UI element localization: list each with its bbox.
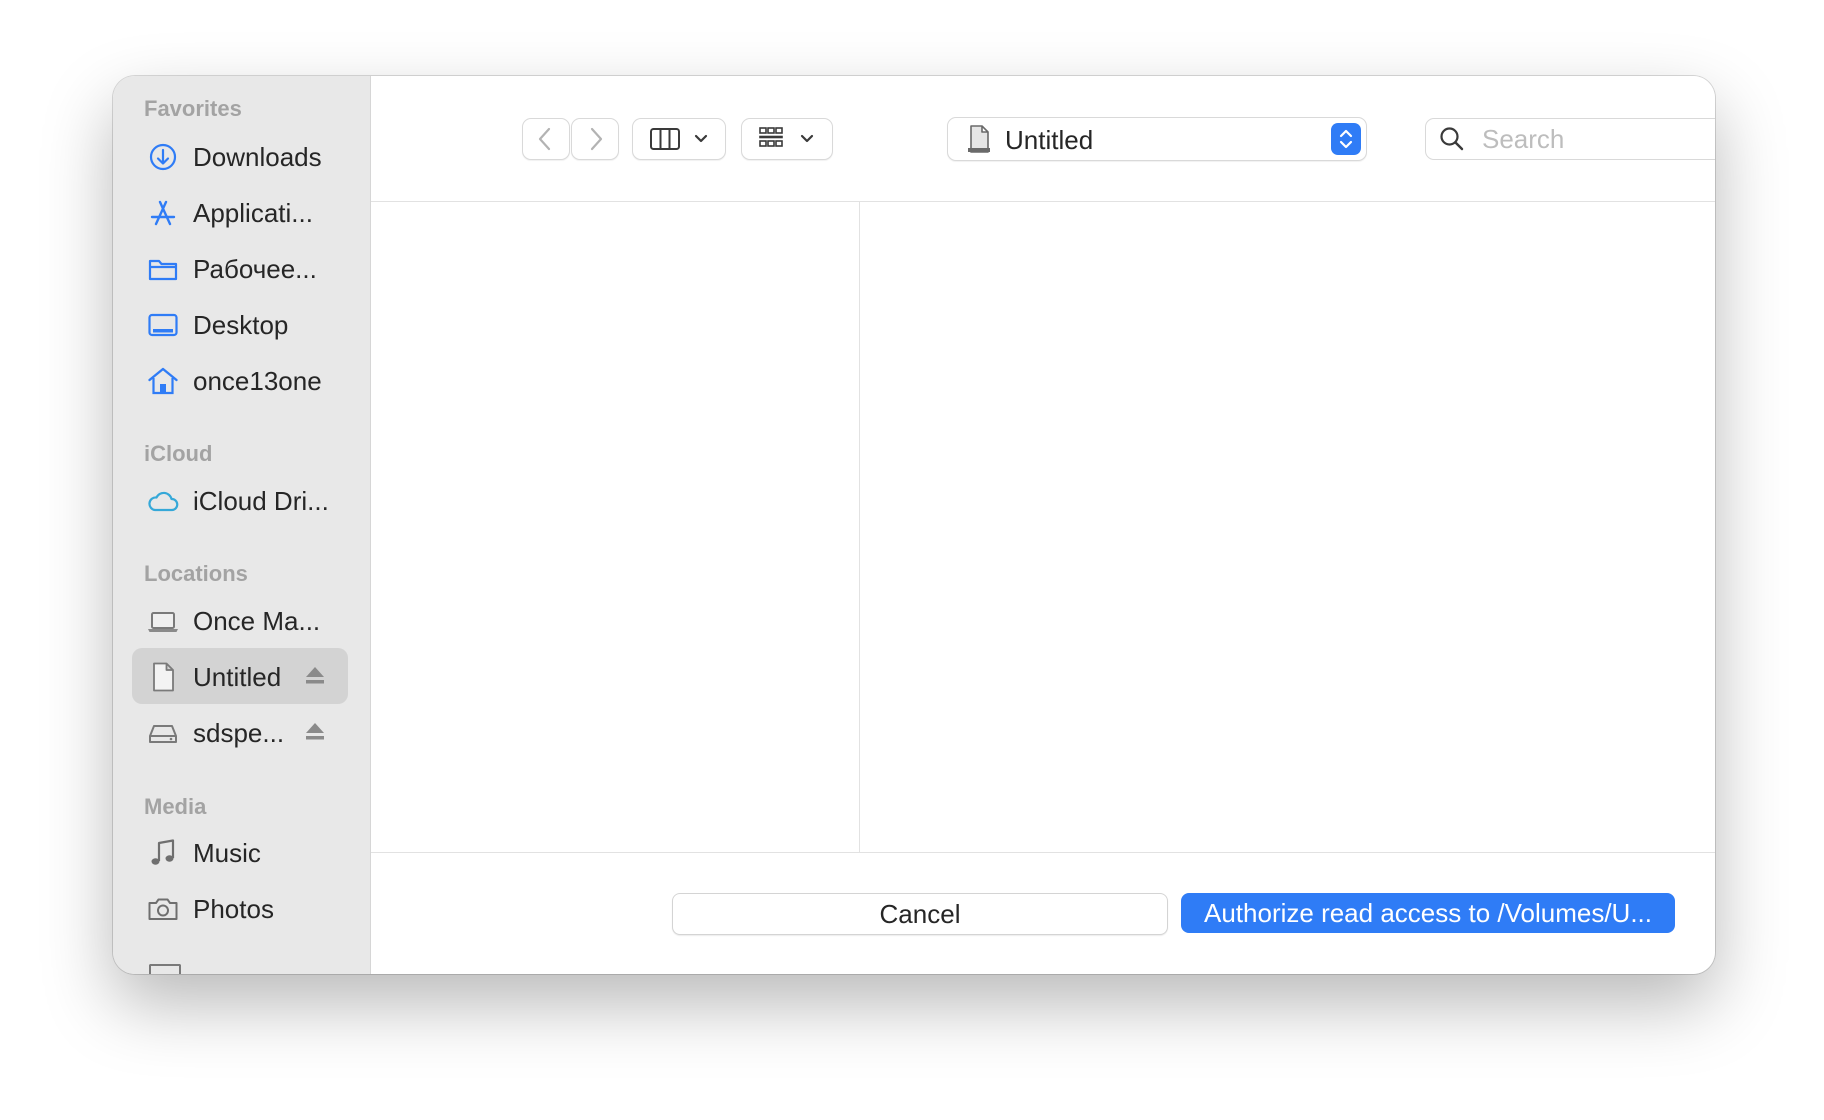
sidebar-item-label: Applicati... xyxy=(193,198,313,228)
sidebar-section-icloud: iCloud xyxy=(144,441,213,466)
sidebar-item-desktop[interactable]: Desktop xyxy=(132,296,348,352)
back-button[interactable] xyxy=(522,118,570,160)
sidebar-item-label: once13one xyxy=(193,366,322,396)
sidebar-item-label: Untitled xyxy=(193,662,282,692)
desktop-icon xyxy=(146,308,180,342)
sidebar-item-label: Рабочее... xyxy=(193,254,317,284)
popup-stepper-icon xyxy=(1331,123,1361,155)
laptop-icon xyxy=(146,604,180,638)
search-input[interactable] xyxy=(1480,123,1715,155)
music-note-icon xyxy=(146,836,180,870)
sidebar: Favorites Downloads Applicati... Рабочее… xyxy=(113,76,371,974)
toolbar: Untitled xyxy=(371,76,1715,202)
main-area: Untitled Cancel Authorize read access to… xyxy=(371,76,1715,974)
sidebar-item-label: iCloud Dri... xyxy=(193,486,329,516)
sidebar-section-favorites: Favorites xyxy=(144,96,242,121)
forward-button[interactable] xyxy=(571,118,619,160)
sidebar-section-media: Media xyxy=(144,794,207,819)
download-circle-icon xyxy=(146,140,180,174)
group-by-button[interactable] xyxy=(741,118,833,160)
sidebar-item-photos[interactable]: Photos xyxy=(132,880,348,936)
cloud-icon xyxy=(146,484,180,518)
sidebar-item-untitled[interactable]: Untitled xyxy=(132,648,348,704)
sidebar-item-this-mac[interactable]: Once Ma... xyxy=(132,592,348,648)
chevron-left-icon xyxy=(538,127,551,151)
view-mode-button[interactable] xyxy=(632,118,726,160)
sidebar-item-desktop-folder[interactable]: Рабочее... xyxy=(132,240,348,296)
camera-icon xyxy=(146,892,180,926)
location-popup-label: Untitled xyxy=(1005,125,1094,155)
chevron-right-icon xyxy=(590,127,603,151)
sidebar-item-label: Music xyxy=(193,838,261,868)
open-panel-window: Favorites Downloads Applicati... Рабочее… xyxy=(113,76,1715,974)
dialog-footer: Cancel Authorize read access to /Volumes… xyxy=(371,853,1715,974)
sidebar-item-label: Desktop xyxy=(193,310,289,340)
authorize-button[interactable]: Authorize read access to /Volumes/U... xyxy=(1181,893,1675,933)
columns-view-icon xyxy=(650,128,708,150)
sidebar-item-applications[interactable]: Applicati... xyxy=(132,184,348,240)
eject-icon[interactable] xyxy=(304,720,326,744)
sidebar-item-icloud-drive[interactable]: iCloud Dri... xyxy=(132,472,348,528)
grid-icon xyxy=(759,127,814,147)
sidebar-item-label: Photos xyxy=(193,894,274,924)
eject-icon[interactable] xyxy=(304,664,326,688)
location-popup[interactable]: Untitled xyxy=(947,117,1367,161)
sidebar-item-home[interactable]: once13one xyxy=(132,352,348,408)
folder-icon xyxy=(146,252,180,286)
browser-column[interactable] xyxy=(860,202,1715,852)
cancel-button[interactable]: Cancel xyxy=(672,893,1168,935)
sidebar-item-downloads[interactable]: Downloads xyxy=(132,128,348,184)
sidebar-item-label: Once Ma... xyxy=(193,606,321,636)
sidebar-item-label: Downloads xyxy=(193,142,322,172)
search-icon xyxy=(1440,127,1464,151)
search-field[interactable] xyxy=(1425,118,1715,160)
sidebar-section-locations: Locations xyxy=(144,561,248,586)
external-drive-icon xyxy=(146,716,180,750)
file-browser xyxy=(371,202,1715,853)
volume-icon xyxy=(968,125,990,153)
sidebar-item-sdspeed[interactable]: sdspe... xyxy=(132,704,348,760)
movies-icon xyxy=(149,964,181,974)
browser-column[interactable] xyxy=(371,202,860,852)
home-icon xyxy=(146,364,180,398)
document-icon xyxy=(146,660,180,694)
sidebar-item-label: sdspe... xyxy=(193,718,285,748)
applications-icon xyxy=(146,196,180,230)
sidebar-item-music[interactable]: Music xyxy=(132,824,348,880)
